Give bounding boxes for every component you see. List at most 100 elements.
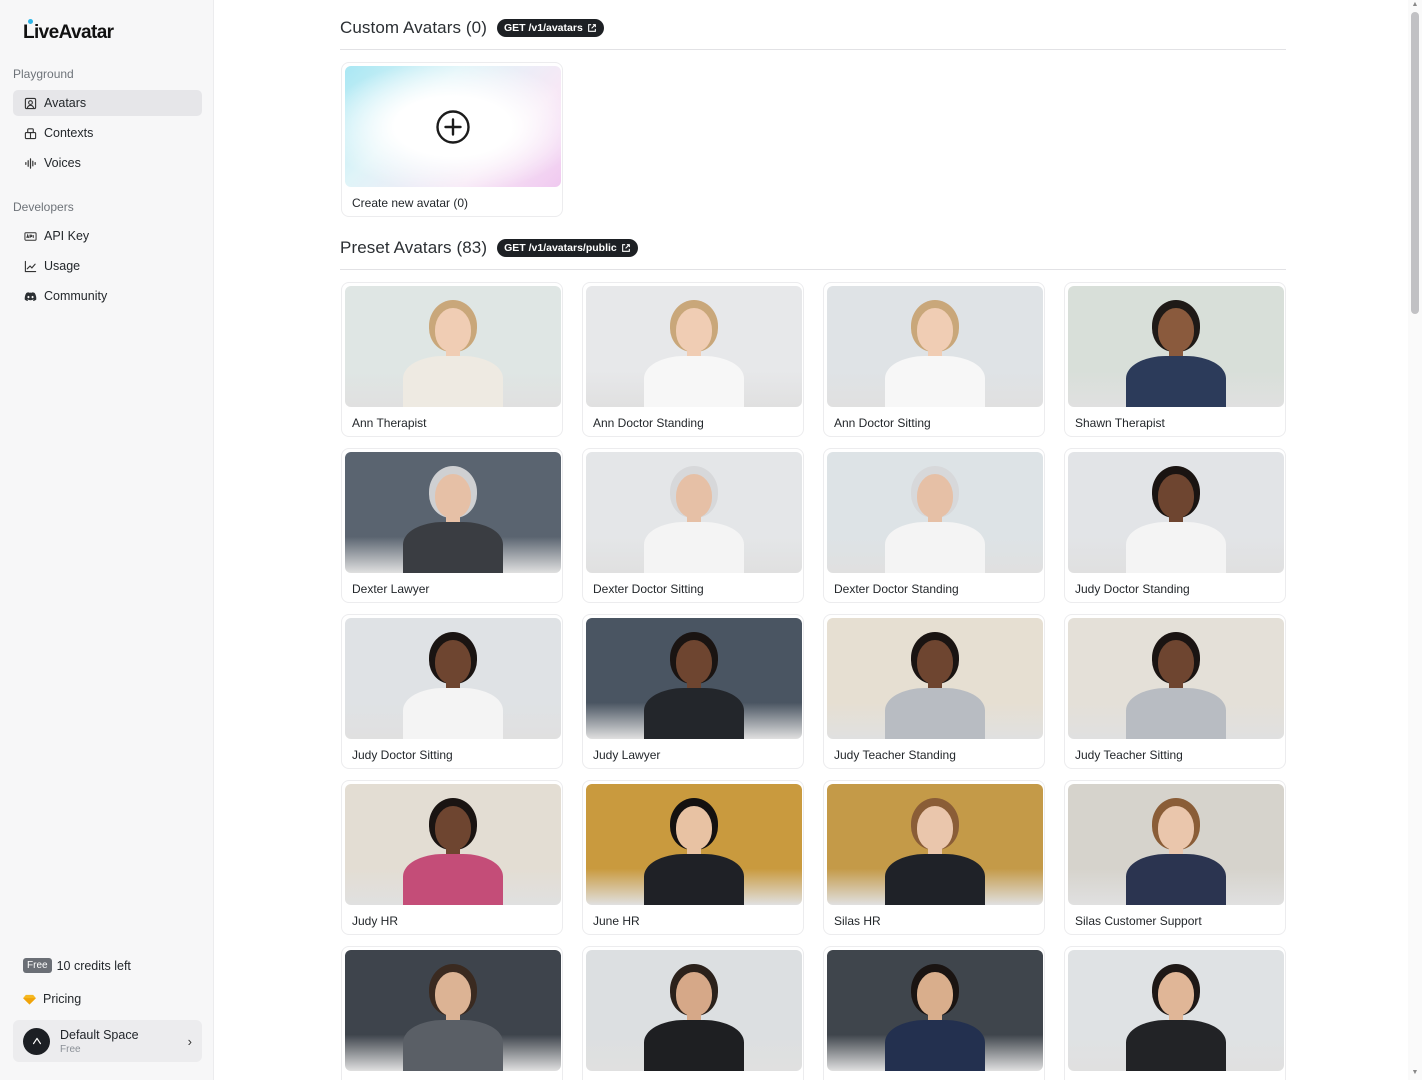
avatar-name: Dexter Lawyer bbox=[352, 582, 430, 596]
avatar-thumbnail bbox=[586, 618, 802, 739]
avatar-torso bbox=[403, 688, 503, 739]
sidebar-item-label: Usage bbox=[44, 259, 81, 273]
avatar-face bbox=[917, 308, 953, 352]
nav-section-developers: Developers bbox=[13, 200, 74, 214]
avatar-torso bbox=[644, 356, 744, 407]
avatar-torso bbox=[644, 1020, 744, 1071]
avatar-torso bbox=[1126, 356, 1226, 407]
avatar-name: Shawn Therapist bbox=[1075, 416, 1165, 430]
avatar-face bbox=[676, 308, 712, 352]
avatar-torso bbox=[403, 854, 503, 905]
avatar-face bbox=[917, 972, 953, 1016]
avatar-face bbox=[917, 474, 953, 518]
avatar-card[interactable] bbox=[823, 946, 1045, 1080]
avatar-name: Dexter Doctor Sitting bbox=[593, 582, 704, 596]
avatar-torso bbox=[644, 522, 744, 573]
avatar-torso bbox=[403, 1020, 503, 1071]
sidebar-item-contexts[interactable]: Contexts bbox=[13, 120, 202, 146]
avatar-card[interactable]: Ann Doctor Sitting bbox=[823, 282, 1045, 437]
chevron-right-icon: › bbox=[187, 1034, 192, 1049]
preset-avatars-header: Preset Avatars (83) GET /v1/avatars/publ… bbox=[340, 238, 638, 258]
custom-avatars-endpoint-link[interactable]: GET /v1/avatars bbox=[496, 19, 604, 37]
avatar-card[interactable]: Judy HR bbox=[341, 780, 563, 935]
space-switcher[interactable]: Default Space Free › bbox=[13, 1020, 202, 1062]
pricing-link[interactable]: Pricing bbox=[23, 992, 81, 1006]
avatar-card[interactable] bbox=[582, 946, 804, 1080]
preset-avatars-endpoint-link[interactable]: GET /v1/avatars/public bbox=[497, 239, 638, 257]
voice-wave-icon bbox=[24, 157, 37, 170]
avatar-name: Ann Therapist bbox=[352, 416, 427, 430]
avatar-card[interactable]: Judy Doctor Standing bbox=[1064, 448, 1286, 603]
sidebar-item-voices[interactable]: Voices bbox=[13, 150, 202, 176]
avatar-thumbnail bbox=[586, 784, 802, 905]
credits-text: 10 credits left bbox=[56, 958, 131, 973]
page-scrollbar[interactable]: ▲ ▼ bbox=[1408, 0, 1422, 1080]
logo-dot-icon bbox=[28, 19, 33, 24]
scroll-up-icon[interactable]: ▲ bbox=[1411, 1, 1419, 8]
avatar-card[interactable]: Shawn Therapist bbox=[1064, 282, 1286, 437]
avatar-thumbnail bbox=[345, 950, 561, 1071]
avatar-face bbox=[435, 972, 471, 1016]
avatar-face bbox=[435, 640, 471, 684]
create-avatar-thumb bbox=[345, 66, 561, 187]
avatar-thumbnail bbox=[827, 784, 1043, 905]
avatar-card[interactable]: June HR bbox=[582, 780, 804, 935]
avatar-card[interactable]: Silas HR bbox=[823, 780, 1045, 935]
avatar-card[interactable] bbox=[341, 946, 563, 1080]
avatar-thumbnail bbox=[345, 286, 561, 407]
sidebar-item-avatars[interactable]: Avatars bbox=[13, 90, 202, 116]
plus-circle-icon bbox=[436, 109, 470, 144]
avatar-card[interactable]: Dexter Doctor Standing bbox=[823, 448, 1045, 603]
avatar-face bbox=[676, 640, 712, 684]
avatar-face bbox=[917, 806, 953, 850]
avatar-thumbnail bbox=[827, 618, 1043, 739]
avatar-card[interactable]: Dexter Lawyer bbox=[341, 448, 563, 603]
custom-avatars-title: Custom Avatars (0) bbox=[340, 18, 487, 37]
avatar-card[interactable]: Judy Teacher Standing bbox=[823, 614, 1045, 769]
contexts-icon bbox=[24, 127, 37, 140]
pricing-label: Pricing bbox=[43, 992, 82, 1006]
sidebar-item-api-key[interactable]: API Key bbox=[13, 223, 202, 249]
section-divider bbox=[340, 49, 1286, 50]
sidebar-item-community[interactable]: Community bbox=[13, 283, 202, 309]
space-name: Default Space bbox=[60, 1027, 139, 1042]
avatar-card[interactable]: Ann Doctor Standing bbox=[582, 282, 804, 437]
avatar-card[interactable]: Judy Teacher Sitting bbox=[1064, 614, 1286, 769]
chart-line-icon bbox=[24, 260, 37, 273]
preset-avatars-title: Preset Avatars (83) bbox=[340, 238, 488, 257]
avatar-face bbox=[435, 806, 471, 850]
avatar-torso bbox=[1126, 522, 1226, 573]
avatar-name: Judy Doctor Standing bbox=[1075, 582, 1190, 596]
avatar-name: Ann Doctor Sitting bbox=[834, 416, 931, 430]
avatar-torso bbox=[403, 522, 503, 573]
avatar-card[interactable]: Judy Lawyer bbox=[582, 614, 804, 769]
avatar-torso bbox=[644, 854, 744, 905]
avatar-name: Silas HR bbox=[834, 914, 881, 928]
space-plan: Free bbox=[60, 1043, 81, 1055]
avatar-name: June HR bbox=[593, 914, 640, 928]
avatar-face bbox=[435, 474, 471, 518]
avatar-thumbnail bbox=[586, 950, 802, 1071]
avatar-torso bbox=[1126, 1020, 1226, 1071]
create-avatar-card[interactable]: Create new avatar (0) bbox=[341, 62, 563, 217]
avatar-card[interactable] bbox=[1064, 946, 1286, 1080]
avatar-card[interactable]: Judy Doctor Sitting bbox=[341, 614, 563, 769]
gem-icon bbox=[23, 994, 36, 1005]
avatar-name: Silas Customer Support bbox=[1075, 914, 1202, 928]
scroll-down-icon[interactable]: ▼ bbox=[1411, 1069, 1419, 1076]
scroll-thumb[interactable] bbox=[1411, 12, 1419, 314]
avatar-thumbnail bbox=[1068, 618, 1284, 739]
avatar-face bbox=[1158, 474, 1194, 518]
avatar-torso bbox=[885, 854, 985, 905]
avatar-card[interactable]: Dexter Doctor Sitting bbox=[582, 448, 804, 603]
brand-logo[interactable]: LiveAvatar bbox=[23, 19, 114, 44]
sidebar-item-usage[interactable]: Usage bbox=[13, 253, 202, 279]
nav-section-playground: Playground bbox=[13, 67, 74, 81]
avatar-card[interactable]: Silas Customer Support bbox=[1064, 780, 1286, 935]
avatar-card[interactable]: Ann Therapist bbox=[341, 282, 563, 437]
avatar-face bbox=[435, 308, 471, 352]
custom-avatars-header: Custom Avatars (0) GET /v1/avatars bbox=[340, 18, 604, 38]
avatar-thumbnail bbox=[827, 452, 1043, 573]
endpoint-label: GET /v1/avatars bbox=[503, 22, 583, 34]
brand-name: LiveAvatar bbox=[23, 22, 114, 43]
